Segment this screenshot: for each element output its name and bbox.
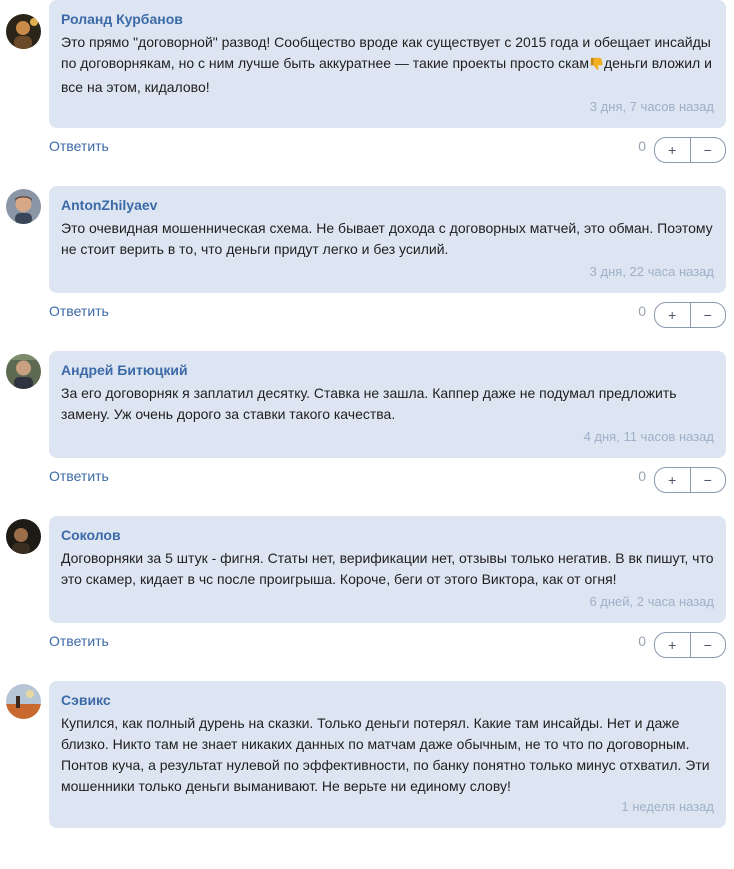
- upvote-button[interactable]: +: [655, 303, 690, 327]
- avatar[interactable]: [6, 14, 41, 49]
- comment-feed: Роланд Курбанов Это прямо "договорной" р…: [0, 0, 734, 828]
- avatar-image: [6, 14, 41, 49]
- reply-button[interactable]: Ответить: [49, 633, 109, 649]
- vote-control: + −: [654, 137, 726, 163]
- comment-bubble: AntonZhilyaev Это очевидная мошенническа…: [49, 186, 726, 293]
- comment-time: 4 дня, 11 часов назад: [583, 429, 714, 444]
- comment-author[interactable]: Сэвикс: [61, 691, 714, 709]
- comment-text: Это очевидная мошенническая схема. Не бы…: [61, 220, 713, 257]
- avatar-image: [6, 684, 41, 719]
- downvote-button[interactable]: −: [689, 138, 726, 162]
- comment-text: Это прямо "договорной" развод! Сообществ…: [61, 32, 714, 98]
- comment-time: 3 дня, 22 часа назад: [589, 264, 714, 279]
- comment: Сэвикс Купился, как полный дурень на ска…: [0, 669, 734, 828]
- comment-actions: Ответить 0 + −: [49, 458, 726, 504]
- vote-control: + −: [654, 632, 726, 658]
- vote-control: + −: [654, 302, 726, 328]
- reply-button[interactable]: Ответить: [49, 468, 109, 484]
- comment-bubble: Сэвикс Купился, как полный дурень на ска…: [49, 681, 726, 828]
- comment-author[interactable]: Роланд Курбанов: [61, 10, 714, 28]
- comment-actions: Ответить 0 + −: [49, 623, 726, 669]
- comment-bubble: Роланд Курбанов Это прямо "договорной" р…: [49, 0, 726, 128]
- comment-time: 6 дней, 2 часа назад: [589, 594, 714, 609]
- downvote-button[interactable]: −: [689, 468, 726, 492]
- vote-score: 0: [638, 138, 646, 154]
- comment-time: 3 дня, 7 часов назад: [589, 99, 714, 114]
- comment-bubble: Андрей Битюцкий За его договорняк я запл…: [49, 351, 726, 458]
- avatar-image: [6, 354, 41, 389]
- comment: Андрей Битюцкий За его договорняк я запл…: [0, 339, 734, 504]
- comment-author[interactable]: Андрей Битюцкий: [61, 361, 714, 379]
- comment-text: Купился, как полный дурень на сказки. То…: [61, 715, 710, 794]
- avatar[interactable]: [6, 519, 41, 554]
- thumbs-down-icon: [589, 56, 604, 77]
- comment-time: 1 неделя назад: [621, 799, 714, 814]
- comment-actions: Ответить 0 + −: [49, 293, 726, 339]
- downvote-button[interactable]: −: [689, 633, 726, 657]
- avatar-image: [6, 519, 41, 554]
- avatar[interactable]: [6, 354, 41, 389]
- comment-author[interactable]: AntonZhilyaev: [61, 196, 714, 214]
- comment-bubble: Соколов Договорняки за 5 штук - фигня. С…: [49, 516, 726, 623]
- reply-button[interactable]: Ответить: [49, 303, 109, 319]
- comment-actions: Ответить 0 + −: [49, 128, 726, 174]
- avatar[interactable]: [6, 189, 41, 224]
- vote-control: + −: [654, 467, 726, 493]
- comment: Соколов Договорняки за 5 штук - фигня. С…: [0, 504, 734, 669]
- comment-author[interactable]: Соколов: [61, 526, 714, 544]
- comment-text: За его договорняк я заплатил десятку. Ст…: [61, 385, 677, 422]
- reply-button[interactable]: Ответить: [49, 138, 109, 154]
- upvote-button[interactable]: +: [655, 468, 690, 492]
- comment-text: Договорняки за 5 штук - фигня. Статы нет…: [61, 550, 714, 587]
- vote-score: 0: [638, 303, 646, 319]
- upvote-button[interactable]: +: [655, 138, 690, 162]
- comment: AntonZhilyaev Это очевидная мошенническа…: [0, 174, 734, 339]
- downvote-button[interactable]: −: [689, 303, 726, 327]
- avatar-image: [6, 189, 41, 224]
- comment: Роланд Курбанов Это прямо "договорной" р…: [0, 0, 734, 174]
- upvote-button[interactable]: +: [655, 633, 690, 657]
- vote-score: 0: [638, 633, 646, 649]
- avatar[interactable]: [6, 684, 41, 719]
- vote-score: 0: [638, 468, 646, 484]
